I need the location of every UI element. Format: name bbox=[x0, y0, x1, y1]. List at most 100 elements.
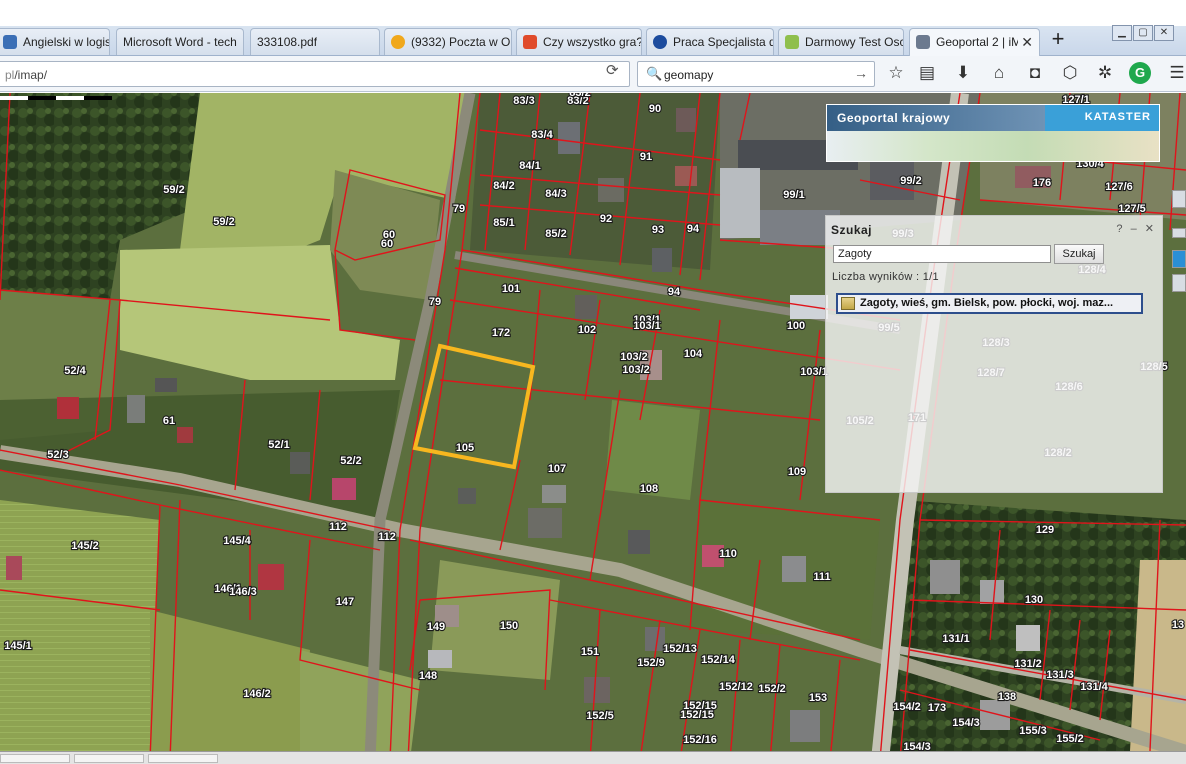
geoportal-logo[interactable]: Geoportal krajowy KATASTER bbox=[826, 104, 1160, 162]
search-result-item[interactable]: Zagoty, wieś, gm. Bielsk, pow. płocki, w… bbox=[836, 293, 1143, 314]
menu-icon[interactable]: ☰ bbox=[1166, 62, 1186, 84]
help-icon[interactable]: ? bbox=[1116, 223, 1122, 235]
parcel-number-label: 152/15 bbox=[680, 709, 714, 721]
parcel-number-label: 152/5 bbox=[586, 710, 614, 722]
geoportal-favicon-icon bbox=[916, 35, 930, 49]
eye-off-icon[interactable] bbox=[1172, 274, 1186, 292]
puzzle-extension-icon[interactable]: ✲ bbox=[1094, 62, 1116, 84]
parcel-number-label: 85/1 bbox=[493, 217, 514, 229]
parcel-number-label: 154/3 bbox=[903, 741, 931, 751]
parcel-number-label: 94 bbox=[687, 223, 700, 235]
tab-czy-wszystko-gra[interactable]: Czy wszystko gra? bbox=[516, 28, 642, 55]
parcel-number-label: 152/9 bbox=[637, 657, 665, 669]
parcel-number-label: 103/1 bbox=[800, 366, 828, 378]
parcel-number-label: 152/12 bbox=[719, 681, 753, 693]
pocket-icon[interactable]: ◘ bbox=[1024, 62, 1046, 84]
parcel-number-label: 149 bbox=[427, 621, 445, 633]
parcel-number-label: 84/3 bbox=[545, 188, 566, 200]
taskbar-item[interactable] bbox=[148, 754, 218, 763]
parcel-number-label: 85/2 bbox=[545, 228, 566, 240]
parcel-number-label: 100 bbox=[787, 320, 805, 332]
parcel-number-label: 93 bbox=[652, 224, 664, 236]
parcel-number-label: 127/6 bbox=[1105, 181, 1133, 193]
browser-search-input[interactable]: 🔍 geomapy → bbox=[637, 61, 875, 87]
logo-kataster: KATASTER bbox=[1084, 111, 1151, 123]
minimize-panel-icon[interactable]: – bbox=[1131, 223, 1137, 235]
parcel-number-label: 148 bbox=[419, 670, 437, 682]
parcel-number-label: 52/1 bbox=[268, 439, 289, 451]
search-go-icon[interactable]: → bbox=[854, 65, 868, 81]
parcel-number-label: 91 bbox=[640, 151, 652, 163]
parcel-number-label: 94 bbox=[668, 286, 681, 298]
pracuj-logo-icon bbox=[653, 35, 667, 49]
tab-favicon-icon bbox=[3, 35, 17, 49]
globe-icon[interactable] bbox=[1172, 190, 1186, 208]
parcel-number-label: 173 bbox=[928, 702, 946, 714]
new-tab-button[interactable]: + bbox=[1047, 28, 1069, 51]
address-bar[interactable]: pl/imap/ bbox=[0, 61, 630, 87]
tab-angielski[interactable]: Angielski w logistyc bbox=[0, 28, 110, 55]
parcel-number-label: 107 bbox=[548, 463, 566, 475]
parcel-number-label: 147 bbox=[336, 596, 354, 608]
parcel-number-label: 13 bbox=[1172, 619, 1184, 631]
taskbar-item[interactable] bbox=[0, 754, 70, 763]
window-controls: ▁ ▢ ✕ bbox=[1112, 22, 1175, 41]
mail-icon bbox=[391, 35, 405, 49]
home-icon[interactable]: ⌂ bbox=[988, 62, 1010, 84]
parcel-number-label: 52/2 bbox=[340, 455, 361, 467]
tab-bar: Angielski w logistyc Microsoft Word - te… bbox=[0, 26, 1186, 56]
parcel-number-label: 104 bbox=[684, 348, 703, 360]
parcel-number-label: 109 bbox=[788, 466, 806, 478]
parcel-number-label: 145/2 bbox=[71, 540, 99, 552]
tab-pdf[interactable]: 333108.pdf bbox=[250, 28, 380, 55]
grammarly-icon[interactable]: G bbox=[1129, 62, 1151, 84]
parcel-number-label: 145/1 bbox=[4, 640, 32, 652]
parcel-number-label: 153 bbox=[809, 692, 827, 704]
parcel-number-label: 152/13 bbox=[663, 643, 697, 655]
shield-extension-icon[interactable]: ⬡ bbox=[1059, 62, 1081, 84]
search-input[interactable] bbox=[833, 245, 1051, 263]
parcel-number-label: 84/2 bbox=[493, 180, 514, 192]
search-panel-title: Szukaj bbox=[831, 223, 873, 237]
parcel-number-label: 146/3 bbox=[229, 586, 257, 598]
browser-window: Angielski w logistyc Microsoft Word - te… bbox=[0, 0, 1186, 764]
parcel-number-label: 154/2 bbox=[893, 701, 921, 713]
close-panel-icon[interactable]: ✕ bbox=[1145, 223, 1154, 235]
tab-word[interactable]: Microsoft Word - techni bbox=[116, 28, 244, 55]
minus-icon[interactable] bbox=[1172, 228, 1186, 238]
parcel-number-label: 99/2 bbox=[900, 175, 921, 187]
parcel-number-label: 129 bbox=[1036, 524, 1054, 536]
close-window-icon[interactable]: ✕ bbox=[1154, 25, 1174, 41]
parcel-number-label: 90 bbox=[649, 103, 661, 115]
parcel-number-label: 59/2 bbox=[213, 216, 234, 228]
parcel-number-label: 131/2 bbox=[1014, 658, 1042, 670]
reload-icon[interactable]: ⟳ bbox=[606, 61, 619, 79]
bookmark-star-icon[interactable]: ☆ bbox=[885, 62, 907, 84]
parcel-number-label: 60 bbox=[381, 238, 393, 250]
eye-icon[interactable] bbox=[1172, 250, 1186, 268]
downloads-icon[interactable]: ⬇ bbox=[952, 62, 974, 84]
minimize-icon[interactable]: ▁ bbox=[1112, 25, 1132, 41]
parcel-number-label: 155/3 bbox=[1019, 725, 1047, 737]
tab-darmowy-test[interactable]: Darmowy Test Osc bbox=[778, 28, 904, 55]
result-count: Liczba wyników : 1/1 bbox=[832, 271, 939, 283]
logo-title: Geoportal krajowy bbox=[837, 111, 951, 125]
parcel-number-label: 131/4 bbox=[1080, 681, 1108, 693]
tab-praca[interactable]: Praca Specjalista d bbox=[646, 28, 774, 55]
reading-list-icon[interactable]: ▤ bbox=[916, 62, 938, 84]
tab-poczta[interactable]: (9332) Poczta w O bbox=[384, 28, 512, 55]
tab-geoportal[interactable]: Geoportal 2 | iM ✕ bbox=[909, 28, 1040, 56]
taskbar-item[interactable] bbox=[74, 754, 144, 763]
search-button[interactable]: Szukaj bbox=[1054, 244, 1104, 264]
medical-cross-icon bbox=[523, 35, 537, 49]
maximize-icon[interactable]: ▢ bbox=[1133, 25, 1153, 41]
parcel-number-label: 152/16 bbox=[683, 734, 717, 746]
parcel-number-label: 150 bbox=[500, 620, 518, 632]
parcel-number-label: 130 bbox=[1025, 594, 1043, 606]
parcel-number-label: 101 bbox=[502, 283, 520, 295]
close-tab-icon[interactable]: ✕ bbox=[1021, 34, 1033, 51]
parcel-number-label: 131/1 bbox=[942, 633, 970, 645]
parcel-number-label: 99/1 bbox=[783, 189, 804, 201]
parcel-number-label: 103/2 bbox=[622, 364, 650, 376]
parcel-number-label: 92 bbox=[600, 213, 612, 225]
